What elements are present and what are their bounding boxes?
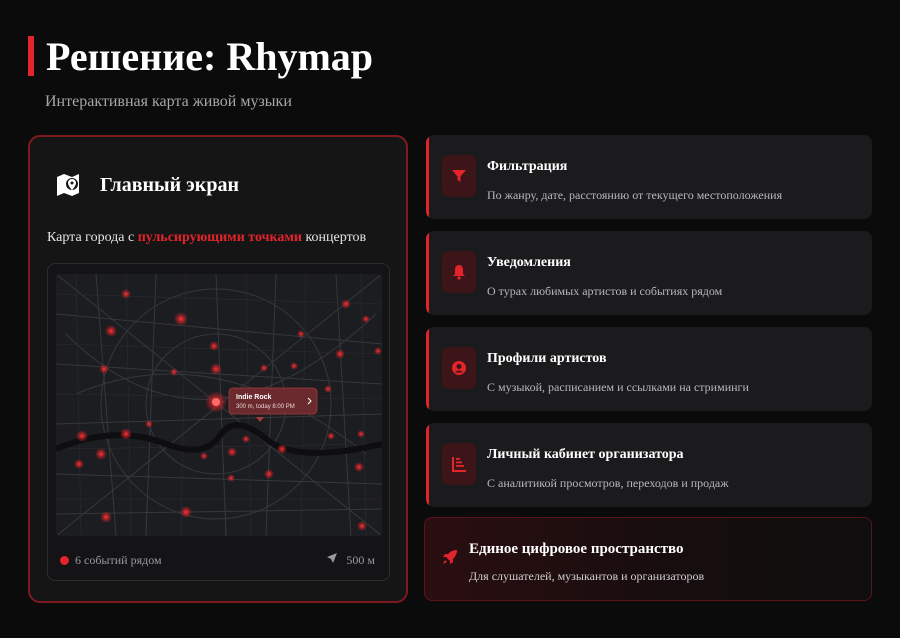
feature-accent	[426, 327, 429, 411]
highlight-text: пульсирующими точками	[137, 230, 302, 245]
page-subtitle: Интерактивная карта живой музыки	[45, 93, 292, 110]
feature-organizer-dashboard[interactable]: Личный кабинет организатора С аналитикой…	[426, 423, 872, 507]
distance-indicator: 500 м	[326, 552, 375, 568]
main-card-title: Главный экран	[100, 173, 239, 196]
filter-icon	[442, 155, 476, 197]
feature-description: С музыкой, расписанием и ссылками на стр…	[487, 380, 749, 394]
svg-text:Indie Rock: Indie Rock	[236, 394, 272, 401]
user-icon	[442, 347, 476, 389]
main-card-header: Главный экран	[54, 171, 239, 199]
feature-description: О турах любимых артистов и событиях рядо…	[487, 284, 723, 298]
unified-space-title: Единое цифровое пространство	[469, 541, 684, 557]
main-screen-card: Главный экран Карта города с пульсирующи…	[28, 135, 408, 603]
chart-icon	[442, 443, 476, 485]
city-map[interactable]: Indie Rock 300 m, today 8:00 PM	[56, 274, 382, 536]
svg-text:300 m, today 8:00 PM: 300 m, today 8:00 PM	[236, 404, 295, 410]
navigation-arrow-icon	[326, 552, 338, 568]
bell-icon	[442, 251, 476, 293]
feature-title: Профили артистов	[487, 351, 607, 366]
red-dot-icon	[60, 556, 69, 565]
feature-title: Уведомления	[487, 255, 571, 270]
page-title: Решение: Rhymap	[46, 34, 374, 79]
feature-filtering[interactable]: Фильтрация По жанру, дате, расстоянию от…	[426, 135, 872, 219]
feature-artist-profiles[interactable]: Профили артистов С музыкой, расписанием …	[426, 327, 872, 411]
unified-space-description: Для слушателей, музыкантов и организатор…	[469, 569, 705, 583]
feature-accent	[426, 231, 429, 315]
feature-title: Фильтрация	[487, 159, 568, 174]
unified-space-card[interactable]: Единое цифровое пространство Для слушате…	[424, 517, 872, 601]
map-pin-icon	[54, 171, 82, 199]
rocket-icon	[441, 548, 459, 571]
feature-accent	[426, 135, 429, 219]
feature-description: По жанру, дате, расстоянию от текущего м…	[487, 188, 783, 202]
events-nearby: 6 событий рядом	[60, 553, 162, 568]
feature-accent	[426, 423, 429, 507]
map-preview: Indie Rock 300 m, today 8:00 PM 6 событи…	[47, 263, 390, 581]
main-card-description: Карта города с пульсирующими точками кон…	[47, 230, 367, 245]
feature-notifications[interactable]: Уведомления О турах любимых артистов и с…	[426, 231, 872, 315]
feature-description: С аналитикой просмотров, переходов и про…	[487, 476, 729, 490]
feature-title: Личный кабинет организатора	[487, 447, 684, 462]
title-accent-bar	[28, 36, 34, 76]
